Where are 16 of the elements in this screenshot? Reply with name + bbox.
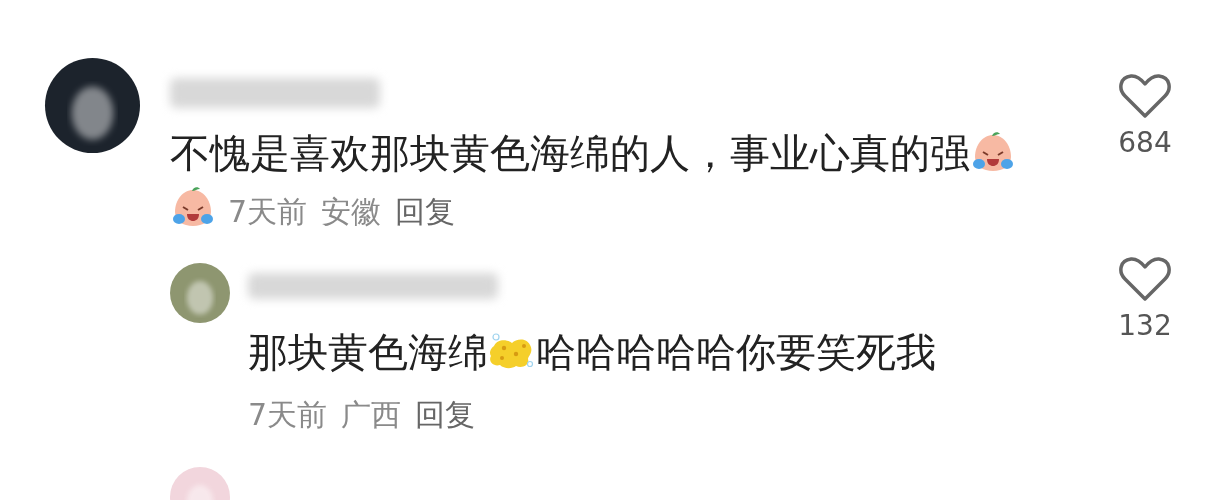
reply-link[interactable]: 回复 bbox=[415, 397, 476, 432]
crying-face-emoji bbox=[170, 186, 216, 228]
avatar[interactable] bbox=[45, 58, 140, 153]
comment-text: 那块黄色海绵 bbox=[248, 329, 488, 375]
reply-link[interactable]: 回复 bbox=[395, 194, 456, 229]
comment-text: 哈哈哈哈哈你要笑死我 bbox=[536, 329, 936, 375]
comment-text: 不愧是喜欢那块黄色海绵的人，事业心真的强 bbox=[170, 130, 970, 176]
like-count: 132 bbox=[1118, 309, 1172, 342]
crying-face-emoji bbox=[970, 131, 1016, 173]
like-heart-icon[interactable] bbox=[1118, 255, 1172, 303]
comment-location: 广西 bbox=[341, 397, 402, 432]
comment-time: 7天前 bbox=[228, 194, 308, 229]
comment-time: 7天前 bbox=[248, 397, 328, 432]
comment-location: 安徽 bbox=[321, 194, 382, 229]
like-count: 684 bbox=[1118, 126, 1172, 159]
like-heart-icon[interactable] bbox=[1118, 72, 1172, 120]
